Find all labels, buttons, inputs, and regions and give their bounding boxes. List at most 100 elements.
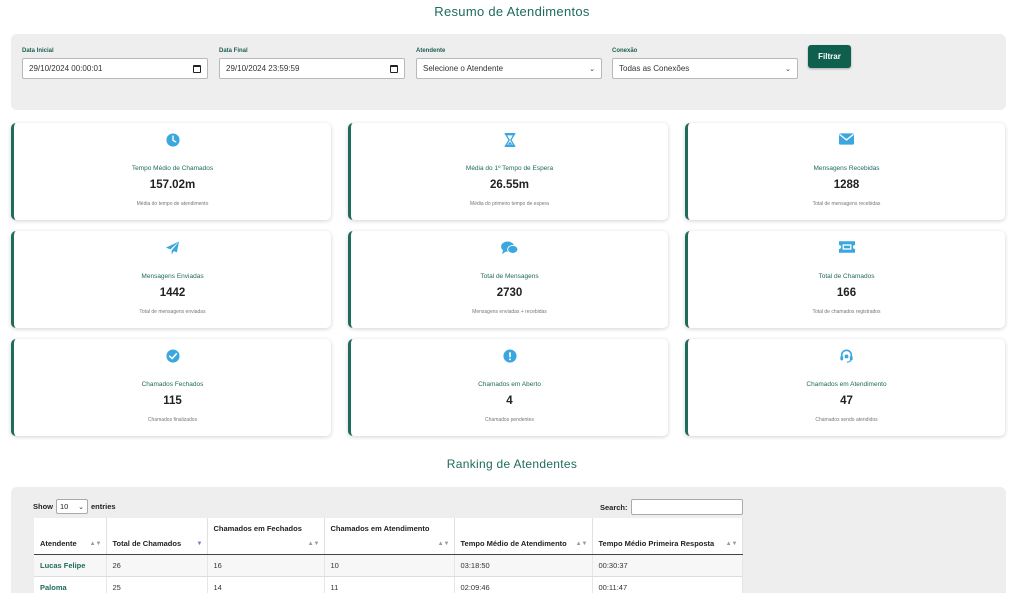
- column-header-tempo-medio-atendimento[interactable]: Tempo Médio de Atendimento ▲▼: [454, 518, 593, 555]
- stat-card-value: 115: [163, 395, 182, 407]
- headset-icon: [688, 349, 1005, 365]
- stat-card: Chamados em Atendimento 47 Chamados sendo …: [685, 339, 1005, 436]
- stat-card-label: Chamados Fechados: [141, 381, 204, 388]
- stat-card-value: 4: [506, 395, 513, 407]
- agent-label: Atendente: [416, 48, 446, 54]
- stat-card: Mensagens Recebidas 1288 Total de mensagen…: [685, 123, 1005, 220]
- ranking-panel: Show 10 ⌄ entries Search: Atendente ▲▼ To…: [11, 487, 1006, 593]
- sort-desc-icon: ▼: [196, 540, 203, 547]
- calendar-icon[interactable]: [390, 64, 398, 73]
- entries-label: entries: [91, 502, 116, 511]
- column-header-chamados-atendimento[interactable]: Chamados em Atendimento ▲▼: [324, 518, 455, 555]
- hourglass-icon: [351, 133, 668, 149]
- table-cell: 00:30:37: [592, 554, 743, 577]
- column-header-tempo-primeira-resposta[interactable]: Tempo Médio Primeira Resposta ▲▼: [592, 518, 743, 555]
- stat-card-value: 2730: [496, 287, 523, 299]
- table-cell: 25: [106, 576, 208, 593]
- stat-card-description: Chamados finalizados: [147, 417, 198, 423]
- ticket-icon: [688, 241, 1005, 257]
- stat-card: Chamados Fechados 115 Chamados finalizados: [11, 339, 331, 436]
- filter-panel: Data Inicial 29/10/2024 00:00:01 Data Fi…: [11, 34, 1006, 110]
- stat-card-description: Mensagens enviadas + recebidas: [472, 309, 547, 315]
- stat-card: Chamados em Aberto 4 Chamados pendentes: [348, 339, 668, 436]
- stat-card-value: 47: [840, 395, 853, 407]
- table-row: Lucas Felipe 26 16 10 03:18:50 00:30:37: [34, 554, 743, 577]
- ranking-title: Ranking de Atendentes: [446, 457, 578, 471]
- table-cell: 11: [324, 576, 455, 593]
- paper-plane-icon: [14, 241, 331, 257]
- table-cell: 14: [207, 576, 325, 593]
- stat-card-label: Mensagens Enviadas: [141, 273, 204, 280]
- chevron-down-icon: ⌄: [589, 65, 595, 73]
- stat-card-label: Total de Mensagens: [480, 273, 539, 280]
- check-circle-icon: [14, 349, 331, 365]
- end-date-value: 29/10/2024 23:59:59: [226, 64, 300, 73]
- agent-field: Atendente Selecione o Atendente ⌄: [416, 48, 602, 79]
- page-title: Resumo de Atendimentos: [434, 4, 590, 19]
- column-label: Total de Chamados: [112, 538, 182, 548]
- agent-select[interactable]: Selecione o Atendente ⌄: [416, 58, 602, 79]
- entries-length-control: Show 10 ⌄ entries: [33, 499, 116, 514]
- stat-card-description: Total de mensagens recebidas: [812, 201, 881, 207]
- sort-icon: ▲▼: [307, 540, 320, 547]
- start-date-label: Data Inicial: [22, 48, 54, 54]
- agent-name-cell[interactable]: Lucas Felipe: [34, 554, 107, 577]
- stat-card-value: 1442: [159, 287, 186, 299]
- agent-select-value: Selecione o Atendente: [423, 64, 504, 73]
- ranking-table: Atendente ▲▼ Total de Chamados ▼ Chamados …: [34, 518, 743, 593]
- stat-card-label: Mensagens Recebidas: [813, 165, 880, 172]
- entries-select[interactable]: 10 ⌄: [56, 499, 88, 514]
- agent-name-cell[interactable]: Paloma: [34, 576, 107, 593]
- start-date-value: 29/10/2024 00:00:01: [29, 64, 103, 73]
- table-cell: 16: [207, 554, 325, 577]
- exclamation-circle-icon: [351, 349, 668, 365]
- stat-card-value: 1288: [833, 179, 860, 191]
- column-label: Chamados em Fechados: [213, 524, 302, 533]
- connection-select[interactable]: Todas as Conexões ⌄: [612, 58, 798, 79]
- search-input[interactable]: [630, 499, 743, 515]
- table-cell: 02:09:46: [454, 576, 593, 593]
- stat-card-value: 26.55m: [489, 179, 529, 191]
- stat-card-label: Tempo Médio de Chamados: [131, 165, 214, 172]
- table-row: Paloma 25 14 11 02:09:46 00:11:47: [34, 576, 743, 593]
- entries-select-value: 10: [60, 502, 69, 511]
- stat-card-description: Chamados pendentes: [485, 417, 534, 423]
- sort-icon: ▲▼: [725, 540, 738, 547]
- show-label: Show: [33, 502, 53, 511]
- column-label: Tempo Médio Primeira Resposta: [598, 538, 715, 548]
- column-label: Atendente: [40, 538, 77, 548]
- calendar-icon[interactable]: [193, 64, 201, 73]
- column-header-atendente[interactable]: Atendente ▲▼: [34, 518, 107, 555]
- stat-card: Média do 1º Tempo de Espera 26.55m Média d…: [348, 123, 668, 220]
- sort-icon: ▲▼: [437, 540, 450, 547]
- column-label: Tempo Médio de Atendimento: [460, 538, 567, 548]
- stat-card-label: Média do 1º Tempo de Espera: [465, 165, 554, 172]
- table-header-row: Atendente ▲▼ Total de Chamados ▼ Chamados …: [34, 518, 743, 555]
- table-search: Search:: [600, 499, 743, 515]
- filter-button[interactable]: Filtrar: [808, 45, 851, 68]
- stat-card: Total de Chamados 166 Total de chamados re…: [685, 231, 1005, 328]
- stat-card-description: Média do tempo de atendimento: [136, 201, 209, 207]
- column-header-total-chamados[interactable]: Total de Chamados ▼: [106, 518, 208, 555]
- connection-field: Conexão Todas as Conexões ⌄: [612, 48, 798, 79]
- column-header-chamados-fechados[interactable]: Chamados em Fechados ▲▼: [207, 518, 325, 555]
- stat-card-label: Total de Chamados: [818, 273, 875, 280]
- stat-card: Mensagens Enviadas 1442 Total de mensagens…: [11, 231, 331, 328]
- end-date-input[interactable]: 29/10/2024 23:59:59: [219, 58, 405, 79]
- sort-icon: ▲▼: [575, 540, 588, 547]
- table-cell: 10: [324, 554, 455, 577]
- stat-card-value: 157.02m: [149, 179, 196, 191]
- stat-card-description: Total de chamados registrados: [812, 309, 881, 315]
- stat-card: Tempo Médio de Chamados 157.02m Média do t…: [11, 123, 331, 220]
- start-date-field: Data Inicial 29/10/2024 00:00:01: [22, 48, 208, 79]
- connection-label: Conexão: [612, 48, 638, 54]
- table-cell: 03:18:50: [454, 554, 593, 577]
- envelope-icon: [688, 133, 1005, 149]
- table-cell: 26: [106, 554, 208, 577]
- stat-card: Total de Mensagens 2730 Mensagens enviadas…: [348, 231, 668, 328]
- end-date-field: Data Final 29/10/2024 23:59:59: [219, 48, 405, 79]
- start-date-input[interactable]: 29/10/2024 00:00:01: [22, 58, 208, 79]
- table-cell: 00:11:47: [592, 576, 743, 593]
- clock-icon: [14, 133, 331, 149]
- stat-card-description: Total de mensagens enviadas: [139, 309, 206, 315]
